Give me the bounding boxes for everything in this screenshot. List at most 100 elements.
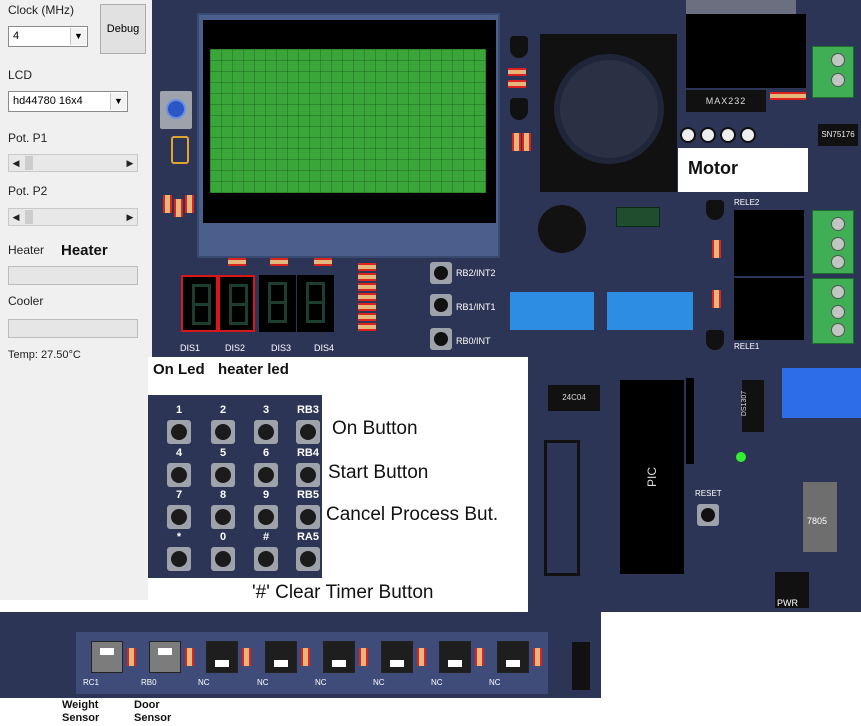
transistor [706, 330, 724, 350]
toggle-switch[interactable] [497, 641, 529, 673]
keypad-key[interactable] [296, 505, 320, 529]
resistor [788, 92, 806, 100]
slider-thumb[interactable] [25, 210, 33, 224]
start-button-label: Start Button [328, 462, 429, 483]
keypad-key[interactable] [167, 463, 191, 487]
keypad-key[interactable] [296, 463, 320, 487]
resistor [174, 199, 183, 217]
seven-segment-display [181, 275, 218, 332]
arrow-right-icon[interactable]: ▶ [123, 155, 137, 171]
motor-connector [678, 125, 768, 145]
keypad-key-label: * [176, 531, 182, 543]
socket [544, 440, 580, 576]
keypad-key[interactable] [211, 463, 235, 487]
display-label: DIS1 [180, 343, 201, 353]
pot2-slider[interactable]: ◀ ▶ [8, 208, 138, 226]
lcd-value: hd44780 16x4 [13, 95, 83, 107]
arrow-right-icon[interactable]: ▶ [123, 209, 137, 225]
pot1-slider[interactable]: ◀ ▶ [8, 154, 138, 172]
keypad-key-label: RB4 [296, 447, 319, 459]
switch-label: NC [373, 678, 385, 687]
arrow-left-icon[interactable]: ◀ [9, 209, 23, 225]
terminal-block [812, 210, 854, 274]
resistor [417, 648, 426, 666]
toggle-switch[interactable] [149, 641, 181, 673]
dip-switch-bank[interactable] [607, 292, 693, 330]
keypad-key[interactable] [167, 505, 191, 529]
on-led-label: On Led [153, 361, 205, 378]
pwr-label: PWR [777, 598, 798, 608]
resistor [770, 92, 788, 100]
arrow-left-icon[interactable]: ◀ [9, 155, 23, 171]
keypad-key[interactable] [211, 505, 235, 529]
keypad-key-label: 4 [175, 447, 183, 459]
rb0-button[interactable] [430, 328, 452, 350]
cooler-bar [8, 319, 138, 338]
resistor [228, 258, 246, 266]
toggle-switch[interactable] [265, 641, 297, 673]
toggle-switch[interactable] [206, 641, 238, 673]
switch-label: RB0 [141, 678, 157, 687]
terminal-block [812, 46, 854, 98]
heater-label: Heater [8, 243, 45, 257]
keypad-key[interactable] [254, 505, 278, 529]
keypad-key[interactable] [254, 463, 278, 487]
heater-led-label: heater led [218, 361, 289, 378]
toggle-switch[interactable] [381, 641, 413, 673]
toggle-switch[interactable] [91, 641, 123, 673]
seven-segment-display [297, 275, 334, 332]
keypad-key-label: 0 [219, 531, 227, 543]
fuse [616, 207, 660, 227]
rtc-label: DS1307 [741, 390, 749, 417]
power-jack: PWR [775, 572, 809, 608]
heater-bar [8, 266, 138, 285]
toggle-switch[interactable] [323, 641, 355, 673]
chevron-down-icon: ▼ [70, 28, 86, 45]
keypad-key[interactable] [296, 420, 320, 444]
regulator: 7805 [803, 482, 837, 552]
motor-label: Motor [688, 158, 738, 178]
switch-label: NC [257, 678, 269, 687]
resistor [185, 195, 194, 213]
power-led [736, 452, 746, 462]
resistor-bank [358, 263, 378, 339]
lcd-select[interactable]: hd44780 16x4 ▼ [8, 91, 128, 112]
resistor [314, 258, 332, 266]
knob-icon [166, 99, 186, 119]
relay-2 [734, 210, 804, 276]
dip-switch-bank[interactable] [510, 292, 594, 330]
keypad-key[interactable] [296, 547, 320, 571]
keypad-key-label: 3 [262, 404, 270, 416]
resistor [301, 648, 310, 666]
header-pins [572, 642, 590, 690]
resistor [522, 133, 531, 151]
keypad-key-label: RA5 [296, 531, 319, 543]
toggle-switch[interactable] [439, 641, 471, 673]
terminal-block [812, 278, 854, 344]
rb1-button[interactable] [430, 294, 452, 316]
keypad-key[interactable] [167, 547, 191, 571]
keypad-key-label: RB5 [296, 489, 319, 501]
keypad-key[interactable] [254, 420, 278, 444]
debug-button[interactable]: Debug [100, 4, 146, 54]
keypad-key[interactable] [167, 420, 191, 444]
rb2-button[interactable] [430, 262, 452, 284]
seven-segment-display [218, 275, 255, 332]
buzzer [538, 205, 586, 253]
keypad-key[interactable] [254, 547, 278, 571]
battery-holder [782, 368, 861, 418]
clock-select[interactable]: 4 ▼ [8, 26, 88, 47]
regulator-label: 7805 [807, 516, 828, 526]
keypad-key-label: 8 [219, 489, 227, 501]
keypad-key[interactable] [211, 420, 235, 444]
rb0-label: RB0/INT [456, 336, 491, 346]
slider-thumb[interactable] [25, 156, 33, 170]
on-button-label: On Button [332, 418, 418, 439]
reset-button[interactable] [697, 504, 719, 526]
keypad-key-label: RB3 [296, 404, 319, 416]
display-label: DIS3 [271, 343, 292, 353]
motor-annotation-box: Motor [678, 148, 808, 192]
potentiometer[interactable] [160, 91, 192, 129]
display-label: DIS4 [314, 343, 335, 353]
keypad-key[interactable] [211, 547, 235, 571]
